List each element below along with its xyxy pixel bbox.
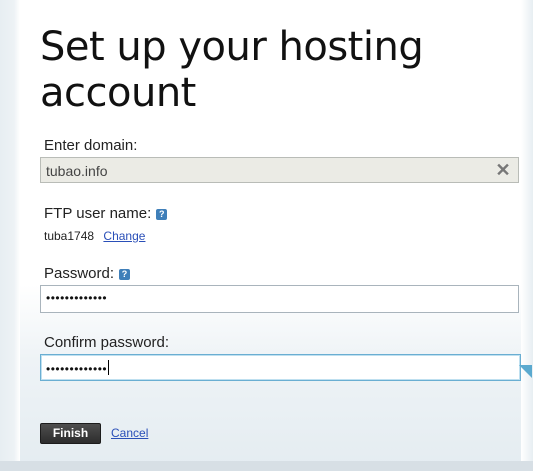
password-label: Password:? — [44, 265, 131, 282]
password-value: ••••••••••••• — [46, 291, 108, 305]
domain-label: Enter domain: — [44, 137, 138, 154]
help-icon[interactable]: ? — [156, 209, 168, 220]
password-label-text: Password: — [44, 265, 115, 282]
tooltip-arrow-icon — [519, 365, 532, 378]
domain-value: tubao.info — [46, 163, 108, 179]
domain-field[interactable]: tubao.info ✕ — [40, 157, 519, 183]
left-edge — [0, 0, 20, 471]
cancel-link[interactable]: Cancel — [111, 426, 148, 440]
ftp-user-row: tuba1748 Change — [44, 229, 145, 243]
confirm-password-field[interactable]: ••••••••••••• — [40, 354, 521, 381]
ftp-user-value: tuba1748 — [44, 229, 95, 243]
text-caret — [108, 360, 110, 375]
clear-icon[interactable]: ✕ — [494, 161, 512, 179]
change-link[interactable]: Change — [103, 229, 145, 243]
help-icon[interactable]: ? — [119, 269, 131, 280]
ftp-label-text: FTP user name: — [44, 205, 152, 222]
bottom-strip — [0, 461, 533, 471]
confirm-password-value: ••••••••••••• — [46, 360, 110, 376]
page-title: Set up your hosting account — [40, 24, 424, 116]
right-edge — [521, 0, 533, 471]
confirm-password-label: Confirm password: — [44, 334, 170, 351]
finish-button[interactable]: Finish — [40, 423, 101, 444]
password-field[interactable]: ••••••••••••• — [40, 285, 519, 313]
ftp-label: FTP user name:? — [44, 205, 168, 222]
